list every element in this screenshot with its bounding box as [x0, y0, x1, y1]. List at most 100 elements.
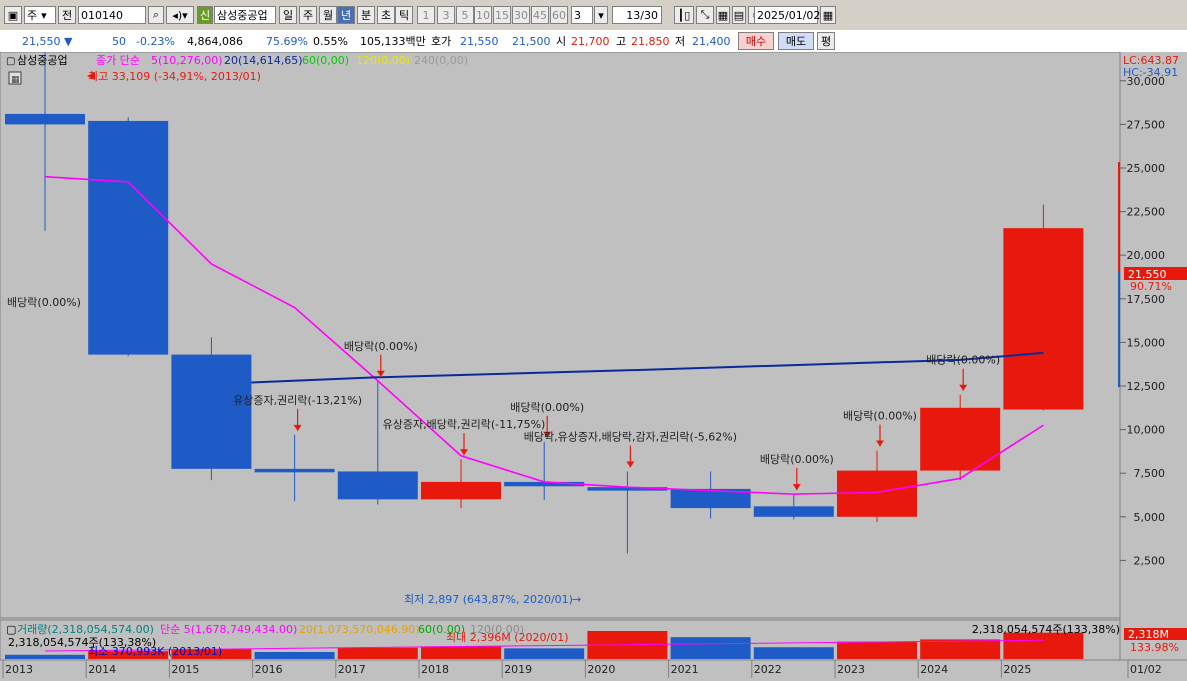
change-percent: -0.23% [136, 34, 175, 48]
x-tick-label: 01/02 [1130, 663, 1162, 676]
y-tick-label: 17,500 [1127, 293, 1166, 306]
price-tag-percent: 90.71% [1130, 280, 1172, 293]
period-select-value: 주 [27, 9, 38, 22]
x-tick-label: 2023 [837, 663, 865, 676]
x-tick-label: 2025 [1003, 663, 1031, 676]
change-amount: 50 [112, 34, 126, 48]
legend-ma120: 120(0,00) [356, 54, 410, 67]
candle-body [753, 506, 834, 517]
window-icon[interactable]: ▣ [4, 6, 22, 24]
y-tick-label: 22,500 [1127, 206, 1166, 219]
candle-body [171, 354, 252, 469]
legend-ma5: 5(10,276,00) [151, 54, 223, 67]
event-label: 유상증자,배당락,권리락(-11,75%) [383, 418, 546, 431]
buy-button[interactable]: 매수 [738, 32, 774, 50]
right-arrow-icon: → [572, 593, 581, 606]
y-tick-label: 2,500 [1134, 554, 1166, 567]
low-annotation: 최저 2,897 (643,87%, 2020/01) [404, 593, 573, 606]
x-tick-label: 2017 [338, 663, 366, 676]
search-icon[interactable]: ⌕ [148, 6, 164, 24]
volume-ratio: 75.69% [266, 34, 308, 48]
interval-3[interactable]: 3 [437, 6, 455, 24]
volume-legend-ma20: 20(1,073,570,046.90) [299, 623, 420, 636]
event-label: 배당락(0.00%) [843, 410, 917, 423]
page-counter[interactable]: 13/30 [612, 6, 662, 24]
y-tick-label: 7,500 [1134, 467, 1166, 480]
current-price-value: 21,550 [22, 34, 61, 48]
volume-tag-value: 2,318M [1128, 628, 1169, 641]
volume-bar [504, 648, 585, 659]
volume-bar [837, 641, 917, 659]
y-tick-label: 10,000 [1127, 424, 1166, 437]
volume-bar [337, 647, 418, 659]
interval-5[interactable]: 5 [456, 6, 474, 24]
x-tick-label: 2018 [421, 663, 449, 676]
draw-tool-icon[interactable]: ⤡ [696, 6, 714, 24]
trade-amount: 105,133백만 [360, 35, 426, 48]
high-price: 21,850 [631, 34, 670, 48]
grid-icon[interactable]: ▦ [716, 6, 730, 24]
y-tick-label: 27,500 [1127, 118, 1166, 131]
volume-legend-label: 거래량(2,318,054,574.00) [17, 623, 154, 636]
low-label: 저 [675, 35, 686, 48]
bid-price: 21,500 [512, 34, 551, 48]
volume-bar [254, 652, 335, 659]
interval-1[interactable]: 1 [417, 6, 435, 24]
event-label: 배당락(0.00%) [760, 453, 834, 466]
event-label: 유상증자,권리락(-13,21%) [233, 394, 362, 407]
candle-body [421, 481, 501, 500]
chevron-down-icon: ▾ [41, 8, 47, 22]
tab-day[interactable]: 일 [279, 6, 297, 24]
y-tick-label: 20,000 [1127, 249, 1166, 262]
volume-bar [670, 637, 751, 659]
interval-45[interactable]: 45 [531, 6, 549, 24]
x-tick-label: 2015 [171, 663, 199, 676]
eval-button[interactable]: 평 [817, 32, 835, 50]
date-input[interactable]: 2025/01/02 [754, 6, 820, 24]
event-label: 배당락(0.00%) [7, 296, 81, 309]
legend-close-prefix: 종가 단순 [96, 54, 140, 67]
interval-10[interactable]: 10 [474, 6, 492, 24]
credit-badge: 신 [197, 6, 213, 24]
volume-right-value: 2,318,054,574주(133,38%) [972, 623, 1120, 636]
candle-type-icon[interactable]: ┃▯ [674, 6, 694, 24]
volume-bar [753, 647, 834, 659]
volume-max-annotation: 최대 2,396M (2020/01) [446, 631, 569, 644]
candle-body [88, 120, 169, 355]
interval-15[interactable]: 15 [493, 6, 511, 24]
calendar-icon[interactable]: ▦ [820, 6, 836, 24]
sound-icon[interactable]: ◂)▾ [166, 6, 194, 24]
price-chart: 배당락(0.00%) 유상증자,권리락(-13,21%) 배당락(0.00%) 유상증… [0, 0, 1187, 678]
tab-second[interactable]: 초 [377, 6, 395, 24]
interval-60[interactable]: 60 [550, 6, 568, 24]
event-label: 배당락(0.00%) [344, 340, 418, 353]
tab-minute[interactable]: 분 [357, 6, 375, 24]
tab-month[interactable]: 월 [319, 6, 337, 24]
event-label: 배당락(0.00%) [510, 401, 584, 414]
legend-ma20: 20(14,614,65) [224, 54, 303, 67]
chevron-down-icon[interactable]: ▾ [594, 6, 608, 24]
interval-input[interactable]: 3 [571, 6, 593, 24]
current-price: 21,550 ▼ [22, 33, 72, 49]
grid-toggle-icon[interactable]: ▢ [6, 56, 15, 67]
x-tick-label: 2020 [587, 663, 615, 676]
volume-tag-percent: 133.98% [1130, 641, 1179, 654]
interval-30[interactable]: 30 [512, 6, 530, 24]
stock-code-input[interactable]: 010140 [78, 6, 146, 24]
save-icon[interactable]: ▤ [732, 6, 746, 24]
calculator-glyph: ▦ [11, 75, 20, 85]
volume-bar [5, 654, 85, 659]
candle-body [254, 468, 335, 473]
tab-tick[interactable]: 틱 [395, 6, 413, 24]
tab-year[interactable]: 년 [337, 6, 355, 24]
period-select[interactable]: 주 ▾ [24, 6, 56, 24]
volume-legend-icon: ▢ [6, 623, 16, 636]
x-tick-label: 2013 [5, 663, 33, 676]
volume-bar [421, 646, 501, 659]
y-axis-panel [1120, 52, 1187, 660]
sell-button[interactable]: 매도 [778, 32, 814, 50]
ask-price: 21,550 [460, 34, 499, 48]
jeon-button[interactable]: 전 [58, 6, 76, 24]
hoga-label: 호가 [431, 35, 452, 48]
tab-week[interactable]: 주 [299, 6, 317, 24]
